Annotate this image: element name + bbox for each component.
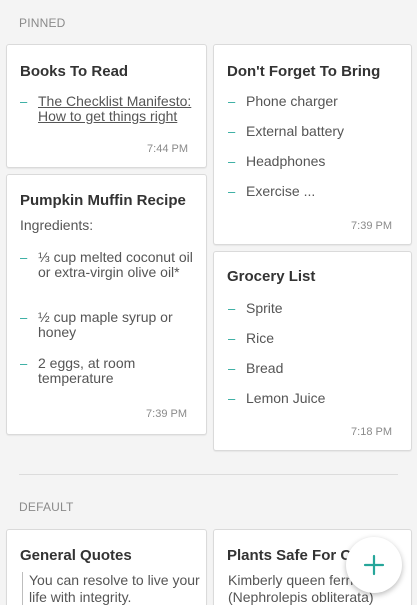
checklist-item-text[interactable]: The Checklist Manifesto: How to get thin… (20, 94, 200, 124)
note-title: Don't Forget To Bring (227, 63, 381, 80)
checklist-item-text: ⅓ cup melted coconut oil or extra-virgin… (38, 249, 193, 280)
checklist-item: – The Checklist Manifesto: How to get th… (20, 94, 200, 124)
dash-icon: – (228, 124, 236, 139)
dash-icon: – (228, 331, 236, 346)
checklist-item: – ⅓ cup melted coconut oil or extra-virg… (20, 250, 200, 280)
checklist-item-text: ½ cup maple syrup or honey (38, 309, 173, 340)
checklist-item-text: 2 eggs, at room temperature (38, 355, 136, 386)
checklist-item-text: External battery (246, 123, 345, 139)
dash-icon: – (228, 361, 236, 376)
checklist-item: – Rice (228, 330, 408, 347)
checklist-item-text: Sprite (246, 300, 283, 316)
checklist-item: – Sprite (228, 300, 408, 317)
note-timestamp: 7:18 PM (351, 426, 392, 438)
note-subtitle: Ingredients: (20, 217, 94, 233)
checklist-item-text: Phone charger (246, 93, 338, 109)
dash-icon: – (228, 154, 236, 169)
checklist-item: – Phone charger (228, 93, 408, 110)
note-card-books-to-read[interactable]: Books To Read – The Checklist Manifesto:… (6, 44, 207, 168)
note-title: Plants Safe For C (227, 547, 352, 564)
dash-icon: – (20, 250, 28, 265)
dash-icon: – (228, 391, 236, 406)
note-title: Pumpkin Muffin Recipe (20, 192, 186, 209)
add-note-button[interactable] (346, 537, 402, 593)
dash-icon: – (20, 310, 28, 325)
checklist-item-text: Bread (246, 360, 284, 376)
note-card-pumpkin-muffin[interactable]: Pumpkin Muffin Recipe Ingredients: – ⅓ c… (6, 174, 207, 435)
dash-icon: – (20, 356, 28, 371)
checklist-item: – Lemon Juice (228, 390, 408, 407)
section-label-pinned: PINNED (19, 16, 66, 30)
checklist-item: – External battery (228, 123, 408, 140)
checklist-item: – Bread (228, 360, 408, 377)
checklist-item: – ½ cup maple syrup or honey (20, 310, 200, 340)
plus-icon (363, 554, 385, 576)
checklist-item-text: Headphones (246, 153, 326, 169)
checklist-item: – Headphones (228, 153, 408, 170)
checklist-item-text: Lemon Juice (246, 390, 326, 406)
section-divider (19, 474, 398, 475)
note-timestamp: 7:39 PM (351, 220, 392, 232)
note-card-general-quotes[interactable]: General Quotes You can resolve to live y… (6, 529, 207, 605)
checklist-item-text: Rice (246, 330, 275, 346)
note-title: Grocery List (227, 268, 316, 285)
note-title: General Quotes (20, 547, 132, 564)
note-title: Books To Read (20, 63, 129, 80)
note-quote-text: You can resolve to live your life with i… (22, 572, 202, 605)
section-label-default: DEFAULT (19, 500, 74, 514)
note-timestamp: 7:44 PM (147, 143, 188, 155)
note-card-dont-forget[interactable]: Don't Forget To Bring – Phone charger – … (213, 44, 412, 245)
note-card-grocery-list[interactable]: Grocery List – Sprite – Rice – Bread – L… (213, 251, 412, 451)
checklist-item: – Exercise ... (228, 183, 408, 200)
note-timestamp: 7:39 PM (146, 408, 187, 420)
checklist-item: – 2 eggs, at room temperature (20, 356, 200, 386)
checklist-item-text: Exercise ... (246, 183, 316, 199)
dash-icon: – (228, 301, 236, 316)
dash-icon: – (20, 94, 28, 109)
dash-icon: – (228, 184, 236, 199)
dash-icon: – (228, 94, 236, 109)
